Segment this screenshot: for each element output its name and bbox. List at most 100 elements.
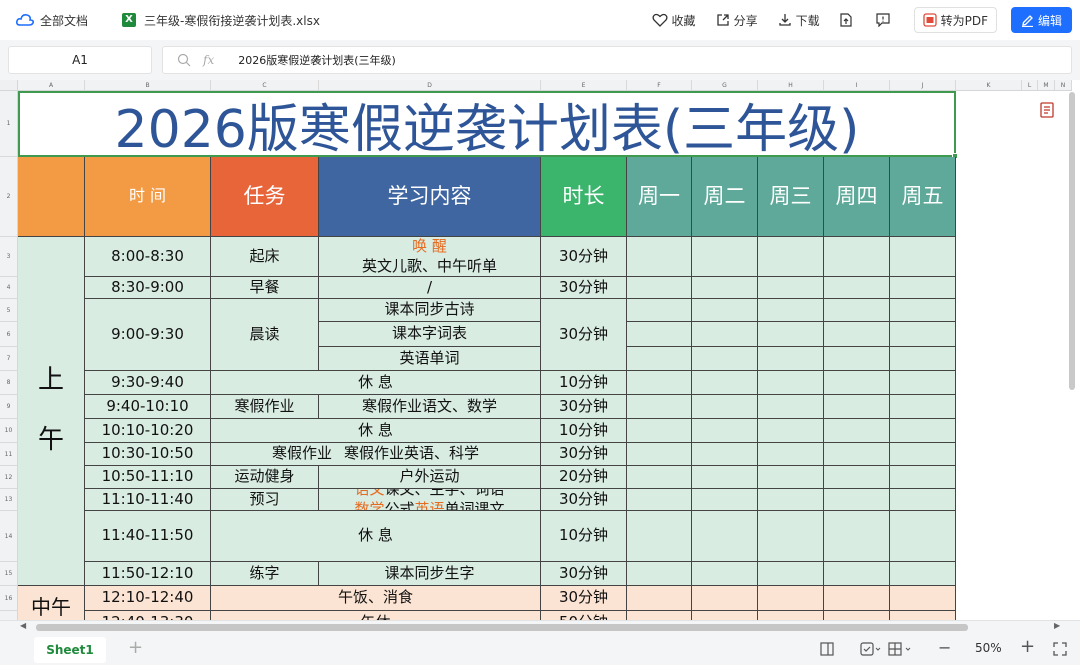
horizontal-scrollbar[interactable] [36, 624, 968, 631]
vertical-scrollbar[interactable] [1069, 92, 1075, 390]
day-cell[interactable] [627, 443, 692, 466]
day-cell[interactable] [824, 299, 890, 322]
day-cell[interactable] [758, 586, 824, 611]
duration-cell[interactable]: 30分钟 [541, 443, 627, 466]
zoom-level[interactable]: 50% [975, 641, 1002, 655]
day-cell[interactable] [890, 299, 956, 322]
day-cell[interactable] [692, 562, 758, 586]
day-cell[interactable] [890, 562, 956, 586]
row-header-5[interactable]: 5 [0, 299, 18, 322]
header-fri[interactable]: 周五 [890, 157, 956, 237]
time-cell[interactable]: 8:30-9:00 [85, 277, 211, 299]
time-cell[interactable]: 10:30-10:50 [85, 443, 211, 466]
day-cell[interactable] [758, 443, 824, 466]
day-cell[interactable] [692, 299, 758, 322]
column-header-m[interactable]: M [1038, 80, 1055, 91]
content-cell[interactable]: 语文课文、生字、词语 数学公式英语单词课文 [319, 489, 541, 511]
day-cell[interactable] [758, 395, 824, 419]
header-time[interactable]: 时 间 [85, 157, 211, 237]
content-cell[interactable]: 休 息 [211, 511, 541, 562]
day-cell[interactable] [627, 299, 692, 322]
day-cell[interactable] [627, 371, 692, 395]
day-cell[interactable] [758, 511, 824, 562]
select-all-corner[interactable] [0, 80, 18, 91]
time-cell[interactable]: 9:40-10:10 [85, 395, 211, 419]
day-cell[interactable] [627, 511, 692, 562]
content-cell[interactable]: 寒假作业语文、数学 [319, 395, 541, 419]
duration-cell[interactable]: 30分钟 [541, 489, 627, 511]
time-cell[interactable]: 8:00-8:30 [85, 237, 211, 277]
day-cell[interactable] [692, 237, 758, 277]
day-cell[interactable] [692, 277, 758, 299]
day-cell[interactable] [758, 237, 824, 277]
day-cell[interactable] [890, 277, 956, 299]
day-cell[interactable] [758, 489, 824, 511]
row-header-4[interactable]: 4 [0, 277, 18, 299]
column-header-n[interactable]: N [1055, 80, 1072, 91]
column-header-l[interactable]: L [1022, 80, 1038, 91]
comment-button[interactable] [875, 13, 894, 27]
row-header-10[interactable]: 10 [0, 419, 18, 443]
day-cell[interactable] [692, 489, 758, 511]
day-cell[interactable] [692, 371, 758, 395]
duration-cell[interactable]: 10分钟 [541, 371, 627, 395]
row-header-1[interactable]: 1 [0, 91, 18, 157]
day-cell[interactable] [890, 443, 956, 466]
day-cell[interactable] [692, 347, 758, 371]
sheet-grid[interactable]: ABCDEFGHIJKLMN12345678910111213141516171… [0, 80, 1080, 620]
day-cell[interactable] [627, 611, 692, 620]
duration-cell[interactable]: 50分钟 [541, 611, 627, 620]
column-header-k[interactable]: K [956, 80, 1022, 91]
zoom-in-icon[interactable]: + [1020, 636, 1035, 657]
time-cell[interactable]: 12:10-12:40 [85, 586, 211, 611]
day-cell[interactable] [692, 611, 758, 620]
row-header-6[interactable]: 6 [0, 322, 18, 347]
day-cell[interactable] [890, 395, 956, 419]
content-cell[interactable]: 课本字词表 [319, 322, 541, 347]
duration-cell[interactable]: 10分钟 [541, 511, 627, 562]
day-cell[interactable] [627, 322, 692, 347]
content-cell[interactable]: 户外运动 [319, 466, 541, 489]
day-cell[interactable] [627, 395, 692, 419]
row-header-13[interactable]: 13 [0, 489, 18, 511]
content-cell[interactable]: 课本同步古诗 [319, 299, 541, 322]
day-cell[interactable] [627, 419, 692, 443]
page-view-icon[interactable] [820, 642, 834, 656]
time-cell[interactable]: 11:50-12:10 [85, 562, 211, 586]
day-cell[interactable] [758, 322, 824, 347]
header-blank-cell[interactable] [18, 157, 85, 237]
day-cell[interactable] [758, 419, 824, 443]
duration-cell[interactable]: 20分钟 [541, 466, 627, 489]
formula-input[interactable]: fx 2026版寒假逆袭计划表(三年级) [162, 46, 1072, 74]
day-cell[interactable] [824, 611, 890, 620]
header-mon[interactable]: 周一 [627, 157, 692, 237]
day-cell[interactable] [758, 562, 824, 586]
day-cell[interactable] [890, 347, 956, 371]
day-cell[interactable] [824, 466, 890, 489]
task-cell[interactable]: 寒假作业 [211, 395, 319, 419]
task-content-cell[interactable]: 寒假作业 寒假作业英语、科学 [211, 443, 541, 466]
time-cell[interactable]: 9:30-9:40 [85, 371, 211, 395]
duration-cell[interactable]: 30分钟 [541, 237, 627, 277]
cell-name-box[interactable]: A1 [8, 46, 152, 74]
duration-cell[interactable]: 10分钟 [541, 419, 627, 443]
day-cell[interactable] [627, 562, 692, 586]
day-cell[interactable] [627, 277, 692, 299]
task-cell[interactable]: 晨读 [211, 299, 319, 371]
content-cell[interactable]: 休 息 [211, 419, 541, 443]
side-panel-icon[interactable] [1038, 100, 1058, 120]
file-tab[interactable]: X 三年级-寒假衔接逆袭计划表.xlsx [122, 12, 320, 29]
time-cell[interactable]: 9:00-9:30 [85, 299, 211, 371]
content-cell[interactable]: 英语单词 [319, 347, 541, 371]
day-cell[interactable] [758, 466, 824, 489]
download-button[interactable]: 下载 [778, 12, 820, 29]
day-cell[interactable] [627, 466, 692, 489]
day-cell[interactable] [890, 586, 956, 611]
duration-cell[interactable]: 30分钟 [541, 299, 627, 371]
export-button[interactable] [839, 13, 856, 27]
day-cell[interactable] [890, 611, 956, 620]
time-cell[interactable]: 12:40-13:30 [85, 611, 211, 620]
day-cell[interactable] [758, 371, 824, 395]
day-cell[interactable] [627, 586, 692, 611]
header-wed[interactable]: 周三 [758, 157, 824, 237]
